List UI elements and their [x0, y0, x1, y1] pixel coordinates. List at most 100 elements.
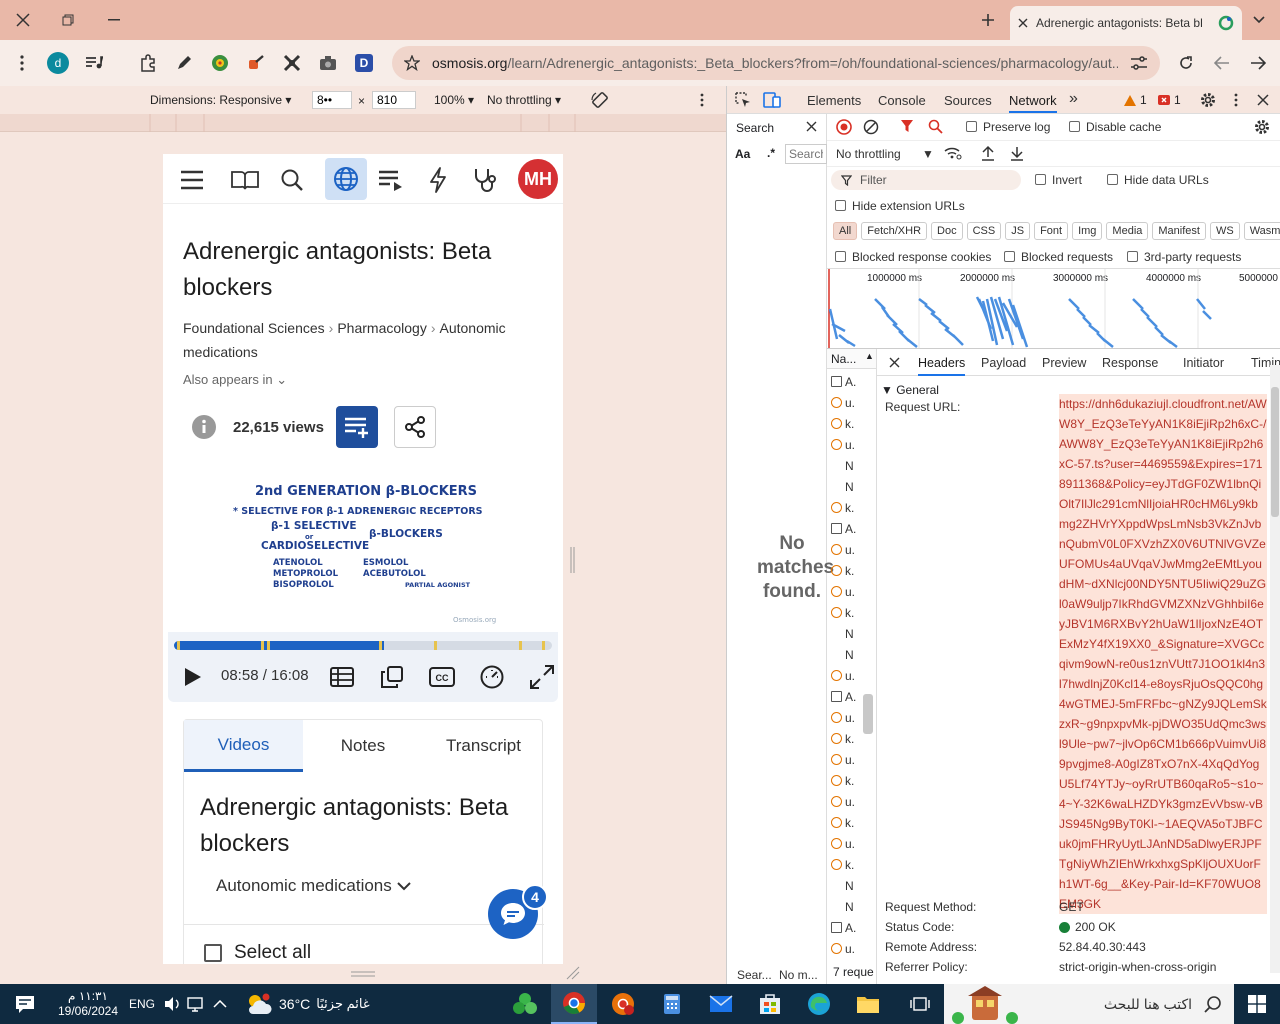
- dimensions-select[interactable]: Dimensions: Responsive ▾: [150, 93, 291, 107]
- url-text[interactable]: osmosis.org/learn/Adrenergic_antagonists…: [432, 55, 1118, 71]
- type-filter-fetch[interactable]: Fetch/XHR: [861, 222, 928, 240]
- hide-data-urls-checkbox[interactable]: Hide data URLs: [1107, 173, 1209, 187]
- invert-checkbox[interactable]: Invert: [1035, 173, 1082, 187]
- tab-headers[interactable]: Headers: [918, 356, 966, 376]
- user-avatar[interactable]: MH: [518, 159, 558, 199]
- clock[interactable]: ١١:٣١ م 19/06/2024: [56, 989, 120, 1019]
- notifications-button[interactable]: [0, 984, 50, 1024]
- network-button[interactable]: [184, 984, 208, 1024]
- copy-button[interactable]: [377, 662, 407, 692]
- tab-close-icon[interactable]: [1018, 18, 1028, 28]
- tab-console[interactable]: Console: [878, 93, 926, 108]
- request-row[interactable]: u.: [831, 749, 855, 770]
- devtools-close-button[interactable]: [1257, 94, 1269, 106]
- device-corner-resize-handle[interactable]: [566, 966, 580, 980]
- request-row[interactable]: A.: [831, 518, 856, 539]
- request-row[interactable]: u.: [831, 434, 855, 455]
- request-row[interactable]: u.: [831, 938, 855, 959]
- address-bar[interactable]: osmosis.org/learn/Adrenergic_antagonists…: [392, 46, 1160, 80]
- device-more-button[interactable]: [700, 93, 704, 107]
- tab-search-button[interactable]: [1238, 0, 1280, 40]
- chapters-button[interactable]: [327, 662, 357, 692]
- tab-initiator[interactable]: Initiator: [1183, 356, 1224, 370]
- type-filter-css[interactable]: CSS: [966, 222, 1002, 240]
- request-row[interactable]: u.: [831, 833, 855, 854]
- site-settings-icon[interactable]: [1130, 55, 1148, 71]
- detail-scrollbar-thumb[interactable]: [1271, 387, 1279, 517]
- request-row[interactable]: A.: [831, 686, 856, 707]
- info-button[interactable]: [191, 414, 217, 440]
- tab-videos[interactable]: Videos: [184, 720, 303, 772]
- filter-input[interactable]: Filter: [831, 170, 1021, 190]
- request-row[interactable]: k.: [831, 497, 854, 518]
- type-filter-all[interactable]: All: [833, 222, 858, 240]
- request-row[interactable]: k.: [831, 728, 854, 749]
- captions-button[interactable]: CC: [427, 662, 457, 692]
- fullscreen-button[interactable]: [527, 662, 557, 692]
- browser-tab[interactable]: Adrenergic antagonists: Beta bl: [1010, 6, 1242, 40]
- media-control-button[interactable]: [82, 51, 106, 75]
- regex-toggle[interactable]: .*: [767, 146, 775, 160]
- breadcrumb-item-pharmacology[interactable]: Pharmacology: [337, 320, 427, 336]
- throttling-select[interactable]: No throttling ▾: [487, 93, 561, 107]
- zoom-select[interactable]: 100% ▾: [434, 93, 474, 107]
- hamburger-menu-button[interactable]: [172, 160, 212, 200]
- extension-green-button[interactable]: [208, 51, 232, 75]
- media-query-ruler[interactable]: [0, 114, 726, 132]
- explore-button[interactable]: [325, 158, 367, 200]
- rotate-button[interactable]: [590, 90, 610, 110]
- devtools-settings-button[interactable]: [1200, 92, 1216, 108]
- request-row[interactable]: u.: [831, 707, 855, 728]
- speed-button[interactable]: [477, 662, 507, 692]
- taskbar-app-calculator[interactable]: [649, 984, 695, 1024]
- request-url-value[interactable]: https://dnh6dukaziujl.cloudfront.net/AWW…: [1059, 394, 1267, 914]
- extension-pen-button[interactable]: [172, 51, 196, 75]
- tab-network[interactable]: Network: [1009, 93, 1057, 113]
- request-row[interactable]: u.: [831, 665, 855, 686]
- request-list-scrollbar-thumb[interactable]: [863, 694, 873, 734]
- play-button[interactable]: [178, 662, 208, 692]
- more-tabs-button[interactable]: »: [1069, 90, 1078, 108]
- detail-close-button[interactable]: [889, 357, 900, 368]
- match-case-toggle[interactable]: Aa: [735, 147, 750, 161]
- input-language[interactable]: ENG: [127, 984, 157, 1024]
- request-row[interactable]: u.: [831, 539, 855, 560]
- request-row[interactable]: N: [831, 644, 854, 665]
- request-row[interactable]: A.: [831, 917, 856, 938]
- type-filter-js[interactable]: JS: [1005, 222, 1031, 240]
- device-width-input[interactable]: [312, 91, 352, 109]
- request-row[interactable]: N: [831, 455, 854, 476]
- extension-camera-button[interactable]: [316, 51, 340, 75]
- request-row[interactable]: k.: [831, 602, 854, 623]
- start-button[interactable]: [1234, 984, 1280, 1024]
- type-filter-img[interactable]: Img: [1072, 222, 1103, 240]
- request-row[interactable]: k.: [831, 854, 854, 875]
- network-throttling-select[interactable]: No throttling ▼: [836, 147, 934, 161]
- type-filter-ws[interactable]: WS: [1209, 222, 1240, 240]
- minimize-window-button[interactable]: [91, 0, 137, 40]
- extensions-button[interactable]: [136, 51, 160, 75]
- network-settings-button[interactable]: [1254, 119, 1270, 135]
- preserve-log-checkbox[interactable]: Preserve log: [966, 120, 1050, 134]
- tab-elements[interactable]: Elements: [807, 93, 861, 108]
- back-button[interactable]: [1210, 51, 1234, 75]
- request-list[interactable]: Na... ▲ A. u. k. u. N Nk. A. u. k. u. k. N Nu. A. u. k.…: [827, 349, 877, 984]
- forward-button[interactable]: [1246, 51, 1270, 75]
- network-conditions-button[interactable]: [944, 146, 962, 160]
- record-button[interactable]: [836, 119, 852, 135]
- import-har-button[interactable]: [981, 145, 995, 161]
- select-all-checkbox[interactable]: Select all: [204, 942, 311, 964]
- general-section-toggle[interactable]: ▼ General: [881, 383, 939, 397]
- task-view-button[interactable]: [898, 984, 942, 1024]
- taskbar-app-chrome-profile[interactable]: [600, 984, 646, 1024]
- request-row[interactable]: N: [831, 623, 854, 644]
- search-input[interactable]: [785, 144, 827, 164]
- extension-crossed-button[interactable]: [280, 51, 304, 75]
- detail-scrollbar[interactable]: [1270, 365, 1280, 973]
- taskbar-app-explorer[interactable]: [845, 984, 891, 1024]
- request-row[interactable]: k.: [831, 812, 854, 833]
- add-to-playlist-button[interactable]: [336, 406, 378, 448]
- clinical-button[interactable]: [465, 160, 505, 200]
- restore-window-button[interactable]: [45, 0, 91, 40]
- third-party-checkbox[interactable]: 3rd-party requests: [1127, 250, 1241, 264]
